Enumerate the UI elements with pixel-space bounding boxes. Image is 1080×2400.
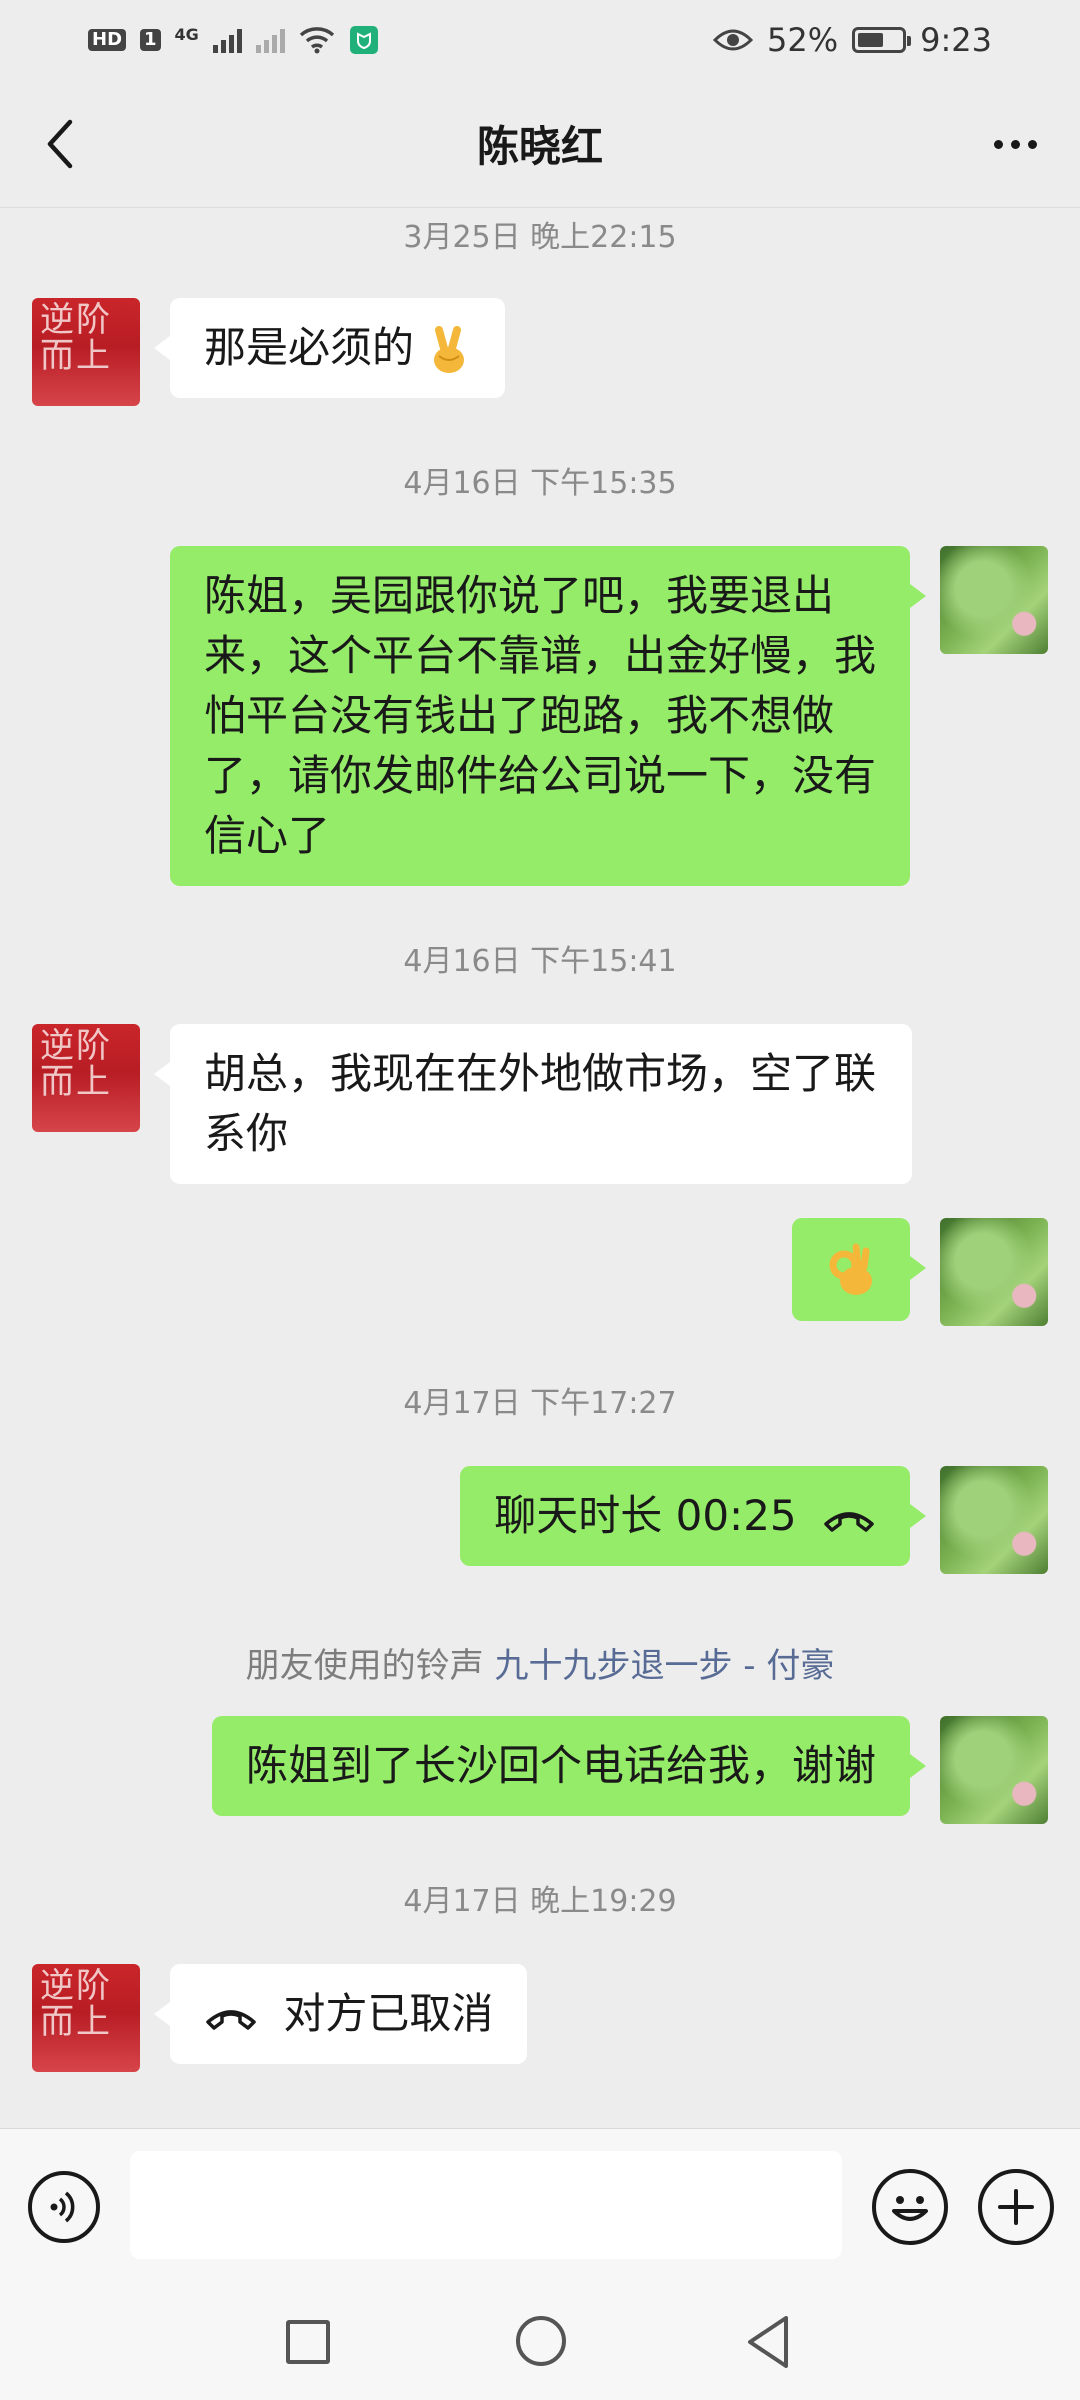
system-navigation-bar xyxy=(0,2282,1080,2400)
message-text: 陈姐，吴园跟你说了吧，我要退出来，这个平台不靠谱，出金好慢，我怕平台没有钱出了跑… xyxy=(204,571,877,860)
voice-icon xyxy=(50,2191,75,2223)
emoji-bubble[interactable] xyxy=(792,1218,926,1321)
status-bar: HD 1 4G 52% 9:23 xyxy=(0,0,1080,80)
more-button[interactable] xyxy=(980,114,1050,174)
battery-fill xyxy=(858,33,884,47)
chevron-left-icon xyxy=(47,119,73,169)
more-dots-icon xyxy=(993,139,1003,149)
status-right: 52% 9:23 xyxy=(713,21,992,59)
my-avatar[interactable] xyxy=(940,1716,1048,1824)
message-text: 陈姐到了长沙回个电话给我，谢谢 xyxy=(245,1741,876,1790)
circle-icon[interactable] xyxy=(516,2316,566,2366)
my-avatar[interactable] xyxy=(940,1466,1048,1574)
ok-hand-emoji-icon xyxy=(829,1243,872,1295)
chat-header: 陈晓红 xyxy=(0,80,1080,208)
more-functions-button[interactable] xyxy=(978,2169,1054,2245)
triangle-back-icon[interactable] xyxy=(744,2314,794,2370)
chat-title: 陈晓红 xyxy=(476,122,603,171)
back-button[interactable] xyxy=(30,114,90,174)
contact-avatar[interactable]: 逆阶而上 xyxy=(32,298,140,406)
battery-percent: 52% xyxy=(767,21,839,59)
phone-hangup-icon xyxy=(824,1511,874,1532)
clock: 9:23 xyxy=(920,21,992,59)
contact-avatar[interactable]: 逆阶而上 xyxy=(32,1024,140,1132)
timestamp: 3月25日 晚上22:15 xyxy=(403,220,677,255)
message-text: 那是必须的 xyxy=(204,323,415,372)
timestamp: 4月17日 晚上19:29 xyxy=(403,1884,677,1919)
voice-button[interactable] xyxy=(28,2171,100,2243)
message-bubble[interactable]: 胡总，我现在在外地做市场，空了联系你 xyxy=(154,1024,912,1184)
shield-app-icon xyxy=(349,26,378,54)
call-record-bubble[interactable]: 对方已取消 xyxy=(153,1964,528,2064)
hd-badge: HD xyxy=(88,29,127,51)
ringtone-prefix: 朋友使用的铃声 xyxy=(245,1646,495,1686)
signal-secondary-icon xyxy=(255,27,285,53)
more-dot xyxy=(1010,139,1020,149)
more-dot xyxy=(1027,139,1037,149)
timestamp: 4月16日 下午15:35 xyxy=(403,466,677,501)
phone-hangup-icon xyxy=(206,2009,256,2030)
call-duration-text: 聊天时长 00:25 xyxy=(494,1491,797,1540)
call-status-text: 对方已取消 xyxy=(283,1989,494,2038)
contact-avatar[interactable]: 逆阶而上 xyxy=(32,1964,140,2072)
signal-strength-icon xyxy=(212,27,242,53)
avatar-text: 逆阶而上 xyxy=(40,1026,112,1102)
victory-hand-emoji-icon xyxy=(434,325,465,373)
emoji-smile-icon xyxy=(892,2196,928,2221)
input-bar xyxy=(0,2128,1080,2282)
my-avatar[interactable] xyxy=(940,1218,1048,1326)
emoji-button[interactable] xyxy=(872,2169,948,2245)
ringtone-notice: 朋友使用的铃声 九十九步退一步 - 付豪 xyxy=(0,1638,1080,1687)
timestamp: 4月16日 下午15:41 xyxy=(403,944,677,979)
message-input[interactable] xyxy=(130,2151,842,2259)
status-left: HD 1 4G xyxy=(88,25,379,55)
my-avatar[interactable] xyxy=(940,546,1048,654)
message-bubble[interactable]: 陈姐到了长沙回个电话给我，谢谢 xyxy=(211,1716,927,1816)
square-icon[interactable] xyxy=(286,2320,330,2364)
timestamp: 4月17日 下午17:27 xyxy=(403,1386,677,1421)
eye-icon xyxy=(713,29,754,51)
message-bubble[interactable]: 陈姐，吴园跟你说了吧，我要退出来，这个平台不靠谱，出金好慢，我怕平台没有钱出了跑… xyxy=(170,546,926,886)
ringtone-song-link[interactable]: 九十九步退一步 - 付豪 xyxy=(494,1646,834,1686)
avatar-text: 逆阶而上 xyxy=(40,1966,112,2042)
message-bubble[interactable]: 那是必须的 xyxy=(153,298,506,398)
plus-icon xyxy=(998,2189,1034,2225)
message-text: 胡总，我现在在外地做市场，空了联系你 xyxy=(204,1049,877,1158)
network-type: 4G xyxy=(174,25,199,44)
avatar-text: 逆阶而上 xyxy=(40,300,112,376)
wifi-icon xyxy=(299,27,334,54)
battery-icon xyxy=(852,27,912,53)
chat-messages[interactable]: 3月25日 晚上22:15 逆阶而上 那是必须的 4月16日 下午15:35 陈… xyxy=(0,208,1080,2128)
sim-badge: 1 xyxy=(140,29,161,51)
call-record-bubble[interactable]: 聊天时长 00:25 xyxy=(460,1466,926,1566)
